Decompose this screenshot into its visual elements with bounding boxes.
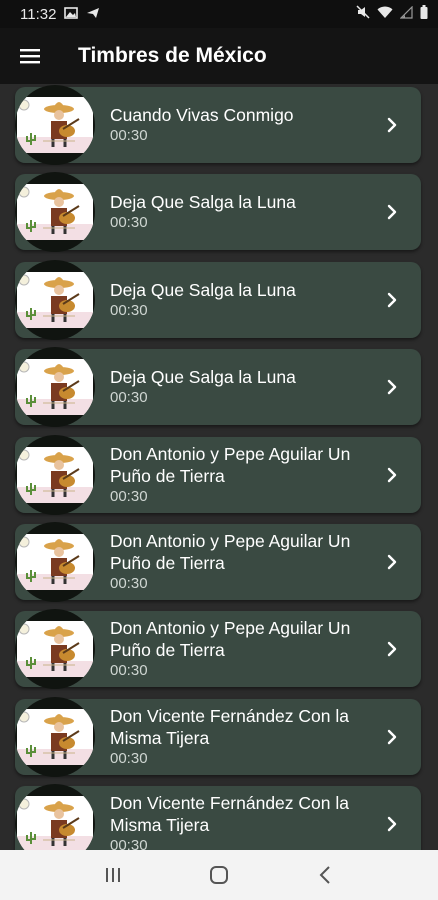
- hamburger-menu-icon[interactable]: [0, 28, 60, 84]
- ringtone-item[interactable]: Don Antonio y Pepe Aguilar Un Puño de Ti…: [15, 434, 421, 515]
- ringtone-duration: 00:30: [110, 389, 148, 407]
- ringtone-list[interactable]: Cuando Vivas Conmigo 00:30 Deja Que Salg…: [0, 84, 438, 850]
- ringtone-title: Deja Que Salga la Luna: [110, 367, 296, 388]
- mariachi-thumbnail: [15, 347, 95, 428]
- status-bar-left: 11:32: [20, 6, 356, 23]
- status-bar: 11:32: [0, 0, 438, 28]
- ringtone-duration: 00:30: [110, 487, 148, 505]
- chevron-right-icon[interactable]: [381, 461, 403, 489]
- ringtone-duration: 00:30: [110, 127, 148, 144]
- mute-icon: [356, 5, 370, 23]
- ringtone-item[interactable]: Cuando Vivas Conmigo 00:30: [15, 85, 421, 165]
- send-icon: [86, 6, 100, 23]
- ringtone-text: Deja Que Salga la Luna 00:30: [110, 347, 371, 427]
- chevron-right-icon[interactable]: [381, 198, 403, 226]
- signal-icon: [399, 5, 413, 23]
- chevron-right-icon[interactable]: [381, 286, 403, 314]
- home-icon[interactable]: [199, 855, 239, 895]
- mariachi-thumbnail: [15, 172, 95, 253]
- ringtone-item[interactable]: Don Antonio y Pepe Aguilar Un Puño de Ti…: [15, 522, 421, 602]
- ringtone-text: Deja Que Salga la Luna 00:30: [110, 260, 371, 340]
- chevron-right-icon[interactable]: [381, 548, 403, 576]
- ringtone-duration: 00:30: [110, 749, 148, 767]
- ringtone-item[interactable]: Deja Que Salga la Luna 00:30: [15, 347, 421, 428]
- ringtone-duration: 00:30: [110, 575, 148, 592]
- chevron-right-icon[interactable]: [381, 373, 403, 401]
- ringtone-title: Deja Que Salga la Luna: [110, 192, 296, 213]
- ringtone-text: Don Antonio y Pepe Aguilar Un Puño de Ti…: [110, 522, 371, 602]
- battery-icon: [420, 5, 428, 23]
- ringtone-text: Deja Que Salga la Luna 00:30: [110, 172, 371, 252]
- ringtone-duration: 00:30: [110, 837, 148, 850]
- ringtone-text: Don Antonio y Pepe Aguilar Un Puño de Ti…: [110, 435, 371, 515]
- ringtone-duration: 00:30: [110, 301, 148, 319]
- ringtone-title: Cuando Vivas Conmigo: [110, 105, 294, 125]
- ringtone-item[interactable]: Don Vicente Fernández Con la Misma Tijer…: [15, 784, 421, 850]
- chevron-right-icon[interactable]: [381, 723, 403, 751]
- wifi-icon: [377, 6, 393, 23]
- mariachi-thumbnail: [15, 85, 95, 165]
- ringtone-item[interactable]: Deja Que Salga la Luna 00:30: [15, 259, 421, 340]
- recent-apps-icon[interactable]: [93, 855, 133, 895]
- ringtone-text: Don Vicente Fernández Con la Misma Tijer…: [110, 697, 371, 777]
- ringtone-item[interactable]: Don Antonio y Pepe Aguilar Un Puño de Ti…: [15, 609, 421, 690]
- ringtone-title: Don Antonio y Pepe Aguilar Un Puño de Ti…: [110, 443, 351, 486]
- status-bar-right: [356, 5, 428, 23]
- mariachi-thumbnail: [15, 434, 95, 515]
- ringtone-duration: 00:30: [110, 214, 148, 232]
- app-bar: Timbres de México: [0, 28, 438, 84]
- status-time: 11:32: [20, 5, 57, 23]
- page-title: Timbres de México: [78, 44, 267, 67]
- image-icon: [64, 6, 79, 23]
- mariachi-thumbnail: [15, 609, 95, 690]
- ringtone-duration: 00:30: [110, 662, 148, 680]
- ringtone-text: Don Antonio y Pepe Aguilar Un Puño de Ti…: [110, 609, 371, 689]
- ringtone-title: Don Vicente Fernández Con la Misma Tijer…: [110, 793, 349, 836]
- ringtone-title: Don Antonio y Pepe Aguilar Un Puño de Ti…: [110, 531, 351, 573]
- chevron-right-icon[interactable]: [381, 810, 403, 838]
- ringtone-title: Don Vicente Fernández Con la Misma Tijer…: [110, 705, 349, 748]
- back-icon[interactable]: [305, 855, 345, 895]
- mariachi-thumbnail: [15, 522, 95, 602]
- chevron-right-icon[interactable]: [381, 111, 403, 139]
- ringtone-item[interactable]: Deja Que Salga la Luna 00:30: [15, 172, 421, 253]
- system-nav-bar: [0, 850, 438, 900]
- ringtone-title: Deja Que Salga la Luna: [110, 279, 296, 300]
- mariachi-thumbnail: [15, 259, 95, 340]
- ringtone-text: Don Vicente Fernández Con la Misma Tijer…: [110, 784, 371, 850]
- ringtone-item[interactable]: Don Vicente Fernández Con la Misma Tijer…: [15, 696, 421, 777]
- ringtone-text: Cuando Vivas Conmigo 00:30: [110, 85, 371, 165]
- mariachi-thumbnail: [15, 696, 95, 777]
- ringtone-title: Don Antonio y Pepe Aguilar Un Puño de Ti…: [110, 618, 351, 661]
- chevron-right-icon[interactable]: [381, 635, 403, 663]
